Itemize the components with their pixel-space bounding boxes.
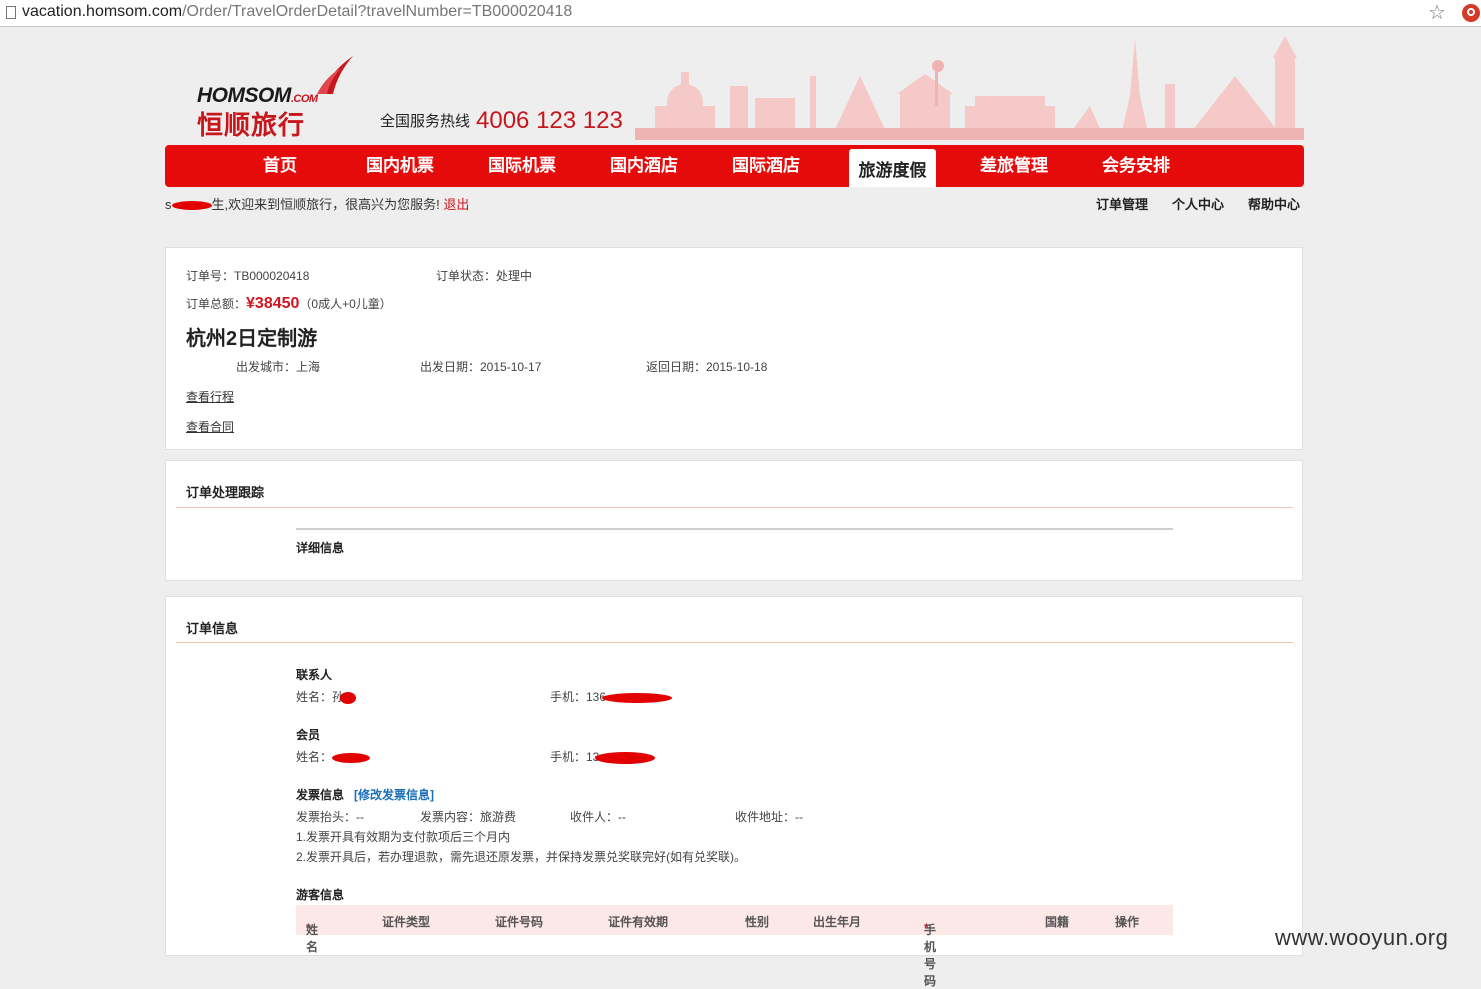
nav-item-domestic-hotels[interactable]: 国内酒店 [599, 145, 689, 187]
site-header: HOMSOM.COM 恒顺旅行 全国服务热线 4006 123 123 [165, 30, 1304, 144]
logout-link[interactable]: 退出 [443, 197, 469, 212]
tracking-detail-label: 详细信息 [296, 541, 345, 555]
section-divider [176, 642, 1293, 643]
order-number: 订单号：TB000020418 [186, 269, 310, 283]
order-summary-panel: 订单号：TB000020418 订单状态：处理中 订单总额：¥38450（0成人… [165, 247, 1303, 450]
departure-city: 出发城市：上海 [236, 360, 321, 374]
departure-date: 出发日期：2015-10-17 [420, 360, 542, 374]
landmark-skyline-illustration [635, 36, 1304, 140]
tracking-title: 订单处理跟踪 [186, 485, 265, 500]
travelers-heading: 游客信息 [296, 888, 345, 902]
nav-item-intl-hotels[interactable]: 国际酒店 [721, 145, 811, 187]
tracking-timeline [296, 528, 1173, 530]
invoice-title: 发票抬头：-- [296, 810, 364, 824]
watermark: www.wooyun.org [1275, 925, 1449, 950]
contact-name-text: 姓名：孙 [296, 690, 345, 704]
help-center-link[interactable]: 帮助中心 [1248, 194, 1300, 213]
col-id-type: 证件类型 [382, 915, 431, 929]
col-id-expiry: 证件有效期 [608, 915, 669, 929]
homsom-logo[interactable]: HOMSOM.COM 恒顺旅行 [197, 54, 357, 140]
nav-item-intl-flights[interactable]: 国际机票 [477, 145, 567, 187]
nav-item-business-travel[interactable]: 差旅管理 [969, 145, 1059, 187]
return-date: 返回日期：2015-10-18 [646, 360, 768, 374]
url-path: /Order/TravelOrderDetail?travelNumber=TB… [182, 3, 573, 20]
invoice-heading-text: 发票信息 [296, 788, 345, 802]
order-total-note: （0成人+0儿童） [299, 297, 392, 311]
nav-item-home[interactable]: 首页 [235, 145, 325, 187]
order-total: 订单总额：¥38450（0成人+0儿童） [186, 295, 392, 313]
redaction-mark [340, 691, 357, 704]
welcome-prefix: s [165, 197, 172, 212]
bookmark-star-icon[interactable]: ☆ [1428, 1, 1446, 25]
redaction-mark [171, 201, 212, 211]
contact-phone-text: 手机：136 [550, 690, 607, 704]
view-contract-link[interactable]: 查看合同 [186, 418, 234, 435]
invoice-receiver: 收件人：-- [570, 810, 626, 824]
order-management-link[interactable]: 订单管理 [1096, 194, 1148, 213]
invoice-address: 收件地址：-- [735, 810, 803, 824]
logo-chinese: 恒顺旅行 [197, 110, 306, 140]
invoice-content: 发票内容：旅游费 [420, 810, 517, 824]
invoice-heading: 发票信息 [修改发票信息] [296, 786, 434, 803]
member-phone: 手机：13 [550, 748, 656, 765]
order-total-label: 订单总额： [186, 297, 247, 311]
nav-item-conference[interactable]: 会务安排 [1091, 145, 1181, 187]
main-nav: 首页 国内机票 国际机票 国内酒店 国际酒店 旅游度假 差旅管理 会务安排 [165, 145, 1304, 187]
order-status: 订单状态：处理中 [436, 269, 533, 283]
invoice-note-2: 2.发票开具后，若办理退款，需先退还原发票，并保持发票兑奖联完好(如有兑奖联)。 [296, 850, 747, 864]
col-id-number: 证件号码 [495, 915, 544, 929]
redaction-mark [332, 752, 371, 763]
extension-icon[interactable] [1462, 4, 1480, 22]
hotline-label: 全国服务热线 [380, 113, 471, 130]
col-actions: 操作 [1115, 915, 1140, 929]
col-name-label: 姓名 [306, 923, 319, 954]
welcome-message: s 生,欢迎来到恒顺旅行，很高兴为您服务! 退出 [165, 194, 469, 213]
page-icon [6, 6, 16, 19]
url-text[interactable]: vacation.homsom.com/Order/TravelOrderDet… [22, 3, 572, 21]
contact-heading: 联系人 [296, 668, 333, 682]
order-info-panel: 订单信息 联系人 姓名：孙 手机：136 会员 姓名： 手机：13 发票信息 [… [165, 596, 1303, 988]
invoice-note-1: 1.发票开具有效期为支付款项后三个月内 [296, 830, 511, 844]
col-gender: 性别 [745, 915, 770, 929]
product-title: 杭州2日定制游 [186, 328, 318, 350]
member-heading: 会员 [296, 728, 321, 742]
member-name-text: 姓名： [296, 750, 333, 764]
contact-phone: 手机：136 [550, 688, 673, 705]
nav-item-vacation[interactable]: 旅游度假 [849, 149, 936, 187]
order-info-title: 订单信息 [186, 621, 239, 636]
col-mobile-label: 手机号码 [924, 923, 937, 988]
hotline-number: 4006 123 123 [476, 107, 623, 134]
edit-invoice-link[interactable]: [修改发票信息] [354, 788, 434, 802]
service-hotline: 全国服务热线 4006 123 123 [380, 105, 623, 134]
col-birth-date: 出生年月 [813, 915, 862, 929]
section-divider [176, 507, 1293, 508]
order-tracking-panel: 订单处理跟踪 详细信息 [165, 460, 1303, 581]
personal-center-link[interactable]: 个人中心 [1172, 194, 1224, 213]
contact-name: 姓名：孙 [296, 688, 357, 705]
nav-item-domestic-flights[interactable]: 国内机票 [355, 145, 445, 187]
member-name: 姓名： [296, 748, 371, 765]
view-itinerary-link[interactable]: 查看行程 [186, 388, 234, 405]
col-nationality: 国籍 [1045, 915, 1070, 929]
welcome-text: 生,欢迎来到恒顺旅行，很高兴为您服务! [211, 197, 440, 212]
order-total-price: ¥38450 [246, 295, 300, 312]
flame-logo-icon [317, 56, 353, 94]
redaction-mark [595, 751, 656, 764]
browser-url-bar[interactable]: vacation.homsom.com/Order/TravelOrderDet… [0, 0, 1481, 27]
member-phone-text: 手机：13 [550, 750, 600, 764]
travelers-table-header: * 姓名 证件类型 证件号码 证件有效期 性别 出生年月 * 手机号码 国籍 操作 [296, 905, 1173, 988]
redaction-mark [602, 692, 673, 703]
url-host: vacation.homsom.com [22, 3, 183, 20]
